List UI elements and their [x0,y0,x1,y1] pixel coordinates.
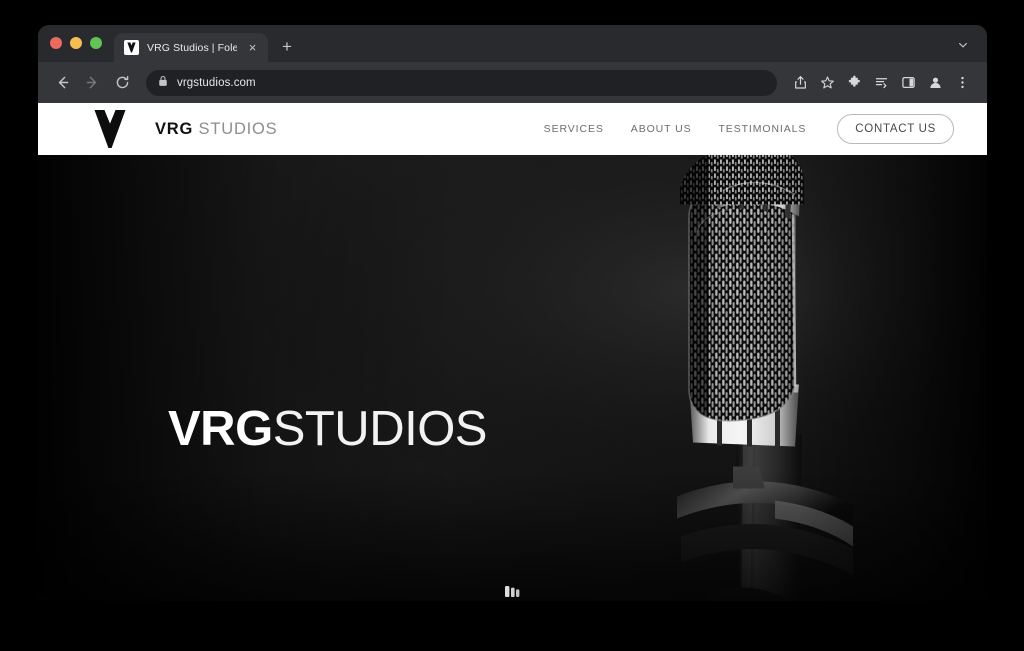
brand-name-bold: VRG [155,119,194,138]
browser-toolbar: vrgstudios.com [38,62,987,103]
tab-title: VRG Studios | Foley Production [147,41,237,54]
vrg-logo-favicon [124,40,139,55]
close-icon[interactable]: × [245,40,260,55]
reading-list-icon[interactable] [868,70,894,96]
nav-link-services[interactable]: SERVICES [544,123,604,135]
site-header: VRG STUDIOS SERVICES ABOUT US TESTIMONIA… [38,103,987,155]
browser-window: VRG Studios | Foley Production × + [38,25,987,601]
site-logo[interactable]: VRG STUDIOS [93,109,277,149]
scroll-down-indicator[interactable] [502,584,524,597]
address-bar[interactable]: vrgstudios.com [146,69,777,96]
hero-title: VRGSTUDIOS [168,405,487,454]
lock-icon [158,74,168,92]
arrow-right-icon[interactable] [78,69,106,97]
window-maximize-button[interactable] [90,36,102,49]
profile-avatar-icon[interactable] [922,70,948,96]
side-panel-icon[interactable] [895,70,921,96]
brand-name-light: STUDIOS [193,119,278,138]
window-traffic-lights [50,25,102,62]
vrg-v-mark [93,109,127,149]
brand-wordmark: VRG STUDIOS [155,120,277,139]
bookmark-star-icon[interactable] [814,70,840,96]
browser-tab-active[interactable]: VRG Studios | Foley Production × [114,33,268,62]
site-navigation: SERVICES ABOUT US TESTIMONIALS CONTACT U… [544,114,954,144]
url-text: vrgstudios.com [177,76,256,89]
new-tab-button[interactable]: + [274,34,300,60]
nav-link-testimonials[interactable]: TESTIMONIALS [718,123,806,135]
window-minimize-button[interactable] [70,36,82,49]
hero-title-light: STUDIOS [272,402,488,456]
condenser-microphone-photo [38,155,987,601]
contact-us-button[interactable]: CONTACT US [837,114,954,144]
share-icon[interactable] [787,70,813,96]
page-viewport: VRG STUDIOS SERVICES ABOUT US TESTIMONIA… [38,103,987,601]
window-close-button[interactable] [50,36,62,49]
reload-icon[interactable] [108,69,136,97]
extensions-puzzle-icon[interactable] [841,70,867,96]
more-menu-icon[interactable] [949,70,975,96]
toolbar-actions [787,70,975,96]
chevron-down-icon[interactable] [953,35,973,55]
nav-link-about-us[interactable]: ABOUT US [631,123,692,135]
hero-section: VRGSTUDIOS [38,155,987,601]
arrow-left-icon[interactable] [48,69,76,97]
tab-strip: VRG Studios | Foley Production × + [38,25,987,62]
hero-title-bold: VRG [168,402,273,456]
